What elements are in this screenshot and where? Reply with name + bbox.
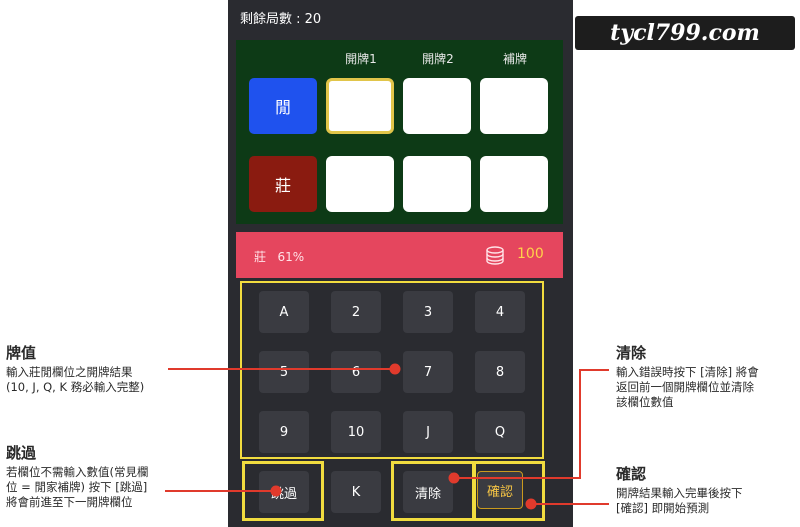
banker-label: 莊 (249, 156, 317, 212)
key-q[interactable]: Q (475, 411, 525, 453)
key-4[interactable]: 4 (475, 291, 525, 333)
annotation-clear-title: 清除 (616, 344, 647, 362)
annotation-skip-line: 將會前進至下一開牌欄位 (6, 495, 133, 509)
clear-button[interactable]: 清除 (403, 471, 453, 513)
prediction-bar: 莊 61% 100 (236, 232, 563, 278)
confirm-button[interactable]: 確認 (477, 471, 523, 509)
key-a[interactable]: A (259, 291, 309, 333)
annotation-clear-line: 輸入錯誤時按下 [清除] 將會 (616, 365, 759, 379)
annotation-skip-line: 若欄位不需輸入數值(常見欄 (6, 465, 149, 479)
annotation-confirm-line: 開牌結果輸入完畢後按下 (616, 486, 743, 500)
annotation-card-value: 牌值 輸入莊閒欄位之開牌結果 (10, J, Q, K 務必輸入完整) (6, 343, 144, 395)
annotation-card-value-line: (10, J, Q, K 務必輸入完整) (6, 380, 145, 394)
column-header-draw: 補牌 (502, 52, 527, 66)
key-9[interactable]: 9 (259, 411, 309, 453)
annotation-confirm-title: 確認 (616, 465, 647, 483)
annotation-confirm-line: [確認] 即開始預測 (616, 501, 710, 515)
site-logo: tycl799.com (575, 16, 795, 50)
logo-text: tycl799.com (610, 20, 760, 46)
annotation-skip: 跳過 若欄位不需輸入數值(常見欄 位 = 閒家補牌) 按下 [跳過] 將會前進至… (6, 443, 149, 510)
card-board: 開牌1 開牌2 補牌 閒 莊 (236, 40, 563, 224)
remaining-rounds: 剩餘局數 : 20 (240, 12, 322, 27)
player-card-slot-3[interactable] (480, 78, 548, 134)
player-card-slot-1[interactable] (326, 78, 394, 134)
annotation-clear-line: 該欄位數值 (616, 395, 674, 409)
annotation-confirm: 確認 開牌結果輸入完畢後按下 [確認] 即開始預測 (616, 464, 743, 516)
key-k[interactable]: K (331, 471, 381, 513)
key-3[interactable]: 3 (403, 291, 453, 333)
key-5[interactable]: 5 (259, 351, 309, 393)
prediction-text: 莊 61% (254, 250, 305, 264)
key-8[interactable]: 8 (475, 351, 525, 393)
key-j[interactable]: J (403, 411, 453, 453)
player-label: 閒 (249, 78, 317, 134)
annotation-skip-title: 跳過 (6, 444, 37, 462)
key-6[interactable]: 6 (331, 351, 381, 393)
chips-icon (484, 244, 506, 270)
column-header-open1: 開牌1 (345, 52, 377, 66)
skip-button[interactable]: 跳過 (259, 471, 309, 513)
annotation-skip-line: 位 = 閒家補牌) 按下 [跳過] (6, 480, 148, 494)
key-2[interactable]: 2 (331, 291, 381, 333)
key-10[interactable]: 10 (331, 411, 381, 453)
annotation-card-value-title: 牌值 (6, 344, 37, 362)
chip-amount: 100 (517, 246, 544, 262)
player-card-slot-2[interactable] (403, 78, 471, 134)
key-7[interactable]: 7 (403, 351, 453, 393)
banker-card-slot-3[interactable] (480, 156, 548, 212)
banker-card-slot-2[interactable] (403, 156, 471, 212)
annotation-clear-line: 返回前一個開牌欄位並清除 (616, 380, 754, 394)
annotation-card-value-line: 輸入莊閒欄位之開牌結果 (6, 365, 133, 379)
annotation-clear: 清除 輸入錯誤時按下 [清除] 將會 返回前一個開牌欄位並清除 該欄位數值 (616, 343, 759, 410)
app-screen: 剩餘局數 : 20 開牌1 開牌2 補牌 閒 莊 莊 61% 100 A 2 3… (228, 0, 573, 527)
banker-card-slot-1[interactable] (326, 156, 394, 212)
column-header-open2: 開牌2 (422, 52, 454, 66)
